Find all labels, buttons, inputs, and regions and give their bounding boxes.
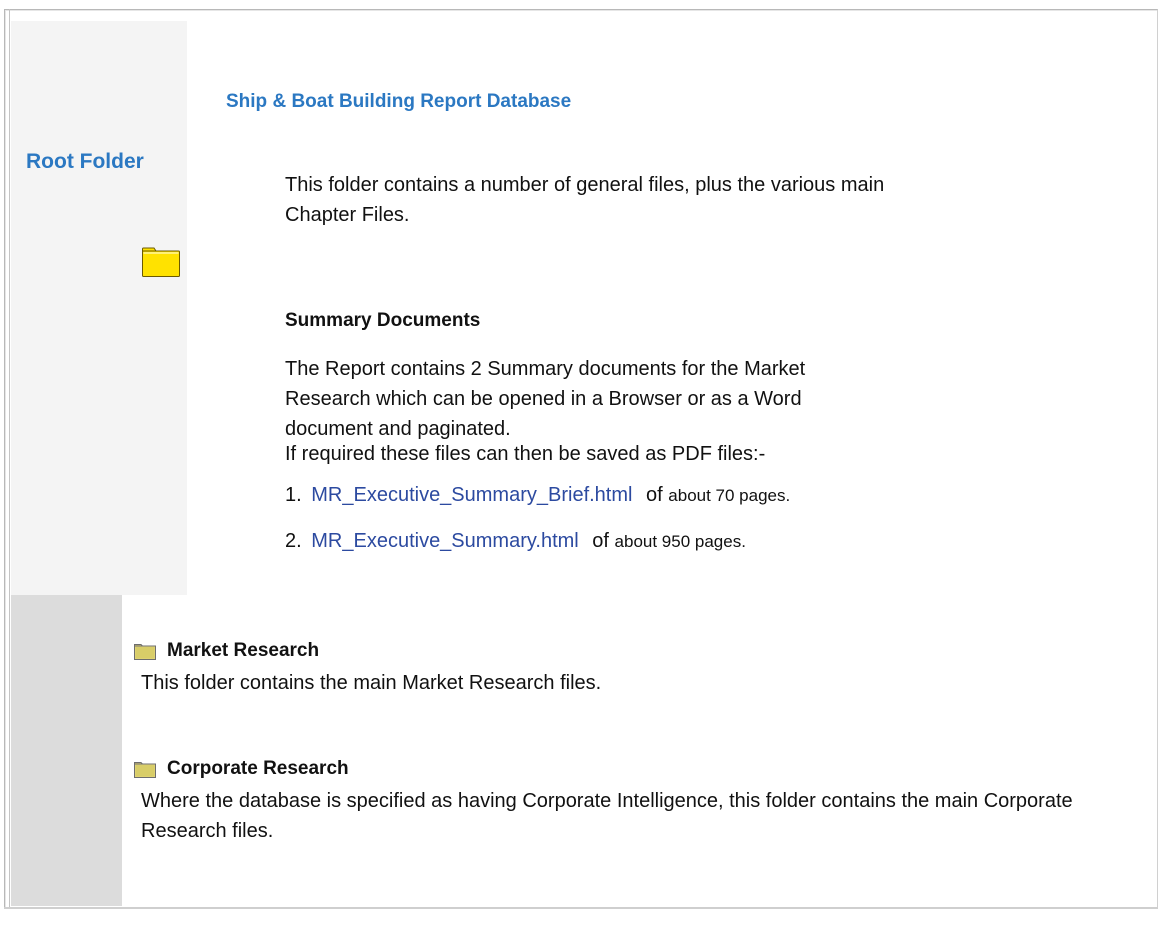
summary-description: The Report contains 2 Summary documents … <box>285 358 806 440</box>
list-item: 2. MR_Executive_Summary.html of about 95… <box>285 529 790 553</box>
list-number: 1. <box>285 484 302 506</box>
folder-icon <box>134 762 156 778</box>
folder-icon <box>142 247 180 277</box>
report-title: Ship & Boat Building Report Database <box>226 91 572 112</box>
of-text: of <box>592 530 609 552</box>
market-research-description: This folder contains the main Market Res… <box>141 672 602 694</box>
list-item: 1. MR_Executive_Summary_Brief.html of ab… <box>285 483 790 507</box>
market-research-title: Market Research <box>167 640 320 661</box>
page-count: about 950 pages. <box>614 532 746 551</box>
corporate-research-description: Where the database is specified as havin… <box>141 790 1073 842</box>
sidebar-lower-panel <box>11 595 122 906</box>
root-folder-label: Root Folder <box>26 150 144 173</box>
corporate-research-title: Corporate Research <box>167 758 349 779</box>
sidebar-panel <box>11 21 187 595</box>
left-divider <box>9 9 10 909</box>
of-text: of <box>646 484 663 506</box>
list-number: 2. <box>285 530 302 552</box>
folder-icon <box>134 644 156 660</box>
pdf-note: If required these files can then be save… <box>285 443 766 465</box>
intro-text: This folder contains a number of general… <box>285 174 885 226</box>
summary-heading: Summary Documents <box>285 310 481 331</box>
executive-summary-brief-link[interactable]: MR_Executive_Summary_Brief.html <box>311 484 632 506</box>
summary-documents-list: 1. MR_Executive_Summary_Brief.html of ab… <box>285 483 790 575</box>
bottom-divider <box>4 907 1158 909</box>
page-count: about 70 pages. <box>668 486 791 505</box>
executive-summary-link[interactable]: MR_Executive_Summary.html <box>311 530 578 552</box>
